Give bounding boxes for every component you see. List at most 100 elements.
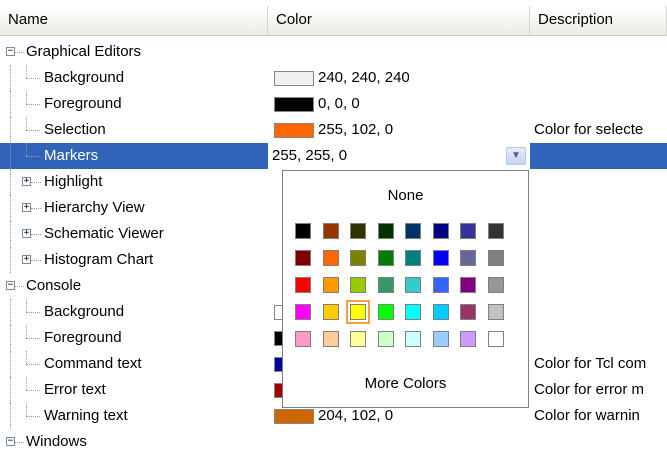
tree-row-item[interactable]: Markers 255, 255, 0 ▼ (0, 143, 667, 169)
palette-color-swatch[interactable] (487, 304, 504, 320)
collapse-icon[interactable]: − (6, 437, 15, 446)
tree-row-label: Graphical Editors (26, 43, 142, 60)
tree-row-group[interactable]: − Graphical Editors (0, 39, 667, 65)
color-value: 0, 0, 0 (318, 95, 360, 112)
tree-connector (26, 91, 27, 104)
none-color-option[interactable]: None (283, 187, 528, 204)
palette-color-swatch[interactable] (460, 304, 476, 320)
column-header-description[interactable]: Description (530, 6, 667, 36)
palette-color-swatch[interactable] (487, 331, 504, 347)
palette-color-swatch[interactable] (346, 300, 370, 324)
description-text: Color for warnin (534, 407, 640, 424)
tree-connector (10, 143, 11, 169)
color-value: 255, 102, 0 (318, 121, 394, 138)
palette-color-swatch[interactable] (460, 223, 476, 239)
tree-row-label: Markers (44, 147, 99, 164)
tree-connector (26, 299, 27, 312)
palette-color-swatch[interactable] (350, 250, 366, 266)
color-value-editor[interactable]: 255, 255, 0 ▼ (268, 143, 530, 169)
tree-connector (10, 117, 11, 143)
tree-row-label: Windows (26, 433, 87, 450)
palette-color-swatch[interactable] (377, 331, 394, 347)
palette-color-swatch[interactable] (322, 277, 339, 293)
palette-color-swatch[interactable] (350, 331, 366, 347)
palette-color-swatch[interactable] (322, 250, 339, 266)
color-palette-popup: None More Colors (282, 170, 529, 408)
tree-connector (15, 52, 24, 53)
color-value: 240, 240, 240 (318, 69, 410, 86)
column-header-description-label: Description (538, 11, 614, 28)
expand-icon[interactable]: + (22, 177, 31, 186)
palette-color-swatch[interactable] (405, 223, 421, 239)
palette-color-swatch[interactable] (405, 304, 421, 320)
column-header-name[interactable]: Name (0, 6, 268, 36)
tree-row-item[interactable]: Foreground 0, 0, 0 (0, 91, 667, 117)
palette-color-swatch[interactable] (460, 250, 476, 266)
tree-row-label: Console (26, 277, 82, 294)
color-swatch[interactable] (274, 71, 314, 86)
tree-connector (26, 364, 40, 365)
palette-color-swatch[interactable] (487, 250, 504, 266)
palette-color-swatch[interactable] (432, 304, 449, 320)
description-text (534, 299, 667, 325)
palette-color-swatch[interactable] (295, 331, 311, 347)
color-swatch[interactable] (274, 97, 314, 112)
palette-color-swatch[interactable] (350, 223, 366, 239)
palette-color-swatch[interactable] (295, 304, 311, 320)
expand-icon[interactable]: + (22, 255, 31, 264)
palette-color-swatch[interactable] (432, 250, 449, 266)
palette-color-swatch[interactable] (377, 250, 394, 266)
collapse-icon[interactable]: − (6, 47, 15, 56)
color-swatch[interactable] (274, 409, 314, 424)
color-value-input[interactable]: 255, 255, 0 (272, 143, 347, 169)
tree-row-label: Foreground (44, 95, 122, 112)
palette-color-swatch[interactable] (295, 250, 311, 266)
palette-color-swatch[interactable] (405, 331, 421, 347)
color-swatch[interactable] (274, 123, 314, 138)
description-text (534, 91, 667, 117)
palette-color-swatch[interactable] (432, 223, 449, 239)
palette-color-swatch[interactable] (487, 223, 504, 239)
palette-color-swatch[interactable] (295, 223, 311, 239)
palette-color-swatch[interactable] (487, 277, 504, 293)
tree-row-group[interactable]: − Windows (0, 429, 667, 455)
palette-color-swatch[interactable] (295, 277, 311, 293)
chevron-down-icon[interactable]: ▼ (506, 147, 526, 165)
tree-connector (10, 169, 11, 195)
tree-connector (10, 195, 11, 221)
tree-connector (10, 403, 11, 429)
tree-connector (26, 104, 40, 105)
palette-color-swatch[interactable] (405, 250, 421, 266)
expand-icon[interactable]: + (22, 203, 31, 212)
palette-color-swatch[interactable] (322, 331, 339, 347)
palette-color-swatch[interactable] (377, 223, 394, 239)
palette-color-swatch[interactable] (350, 277, 366, 293)
tree-row-item[interactable]: Background 240, 240, 240 (0, 65, 667, 91)
tree-connector (26, 156, 40, 157)
description-text (534, 325, 667, 351)
tree-connector (10, 91, 11, 117)
expand-icon[interactable]: + (22, 229, 31, 238)
tree-connector (26, 377, 27, 390)
palette-color-swatch[interactable] (460, 277, 476, 293)
more-colors-button[interactable]: More Colors (283, 375, 528, 392)
tree-row-label: Warning text (44, 407, 128, 424)
palette-color-swatch[interactable] (405, 277, 421, 293)
palette-color-swatch[interactable] (322, 304, 339, 320)
column-header-color-label: Color (276, 11, 312, 28)
tree-connector (10, 325, 11, 351)
tree-connector (15, 286, 24, 287)
palette-color-swatch[interactable] (460, 331, 476, 347)
collapse-icon[interactable]: − (6, 281, 15, 290)
palette-color-swatch[interactable] (377, 277, 394, 293)
palette-color-swatch[interactable] (377, 304, 394, 320)
tree-row-label: Error text (44, 381, 106, 398)
tree-connector (26, 143, 27, 156)
tree-row-item[interactable]: Selection 255, 102, 0 Color for selecte (0, 117, 667, 143)
palette-color-swatch[interactable] (432, 277, 449, 293)
palette-color-swatch[interactable] (322, 223, 339, 239)
description-text (534, 143, 667, 169)
column-header-color[interactable]: Color (268, 6, 530, 36)
tree-connector (31, 260, 41, 261)
palette-color-swatch[interactable] (432, 331, 449, 347)
